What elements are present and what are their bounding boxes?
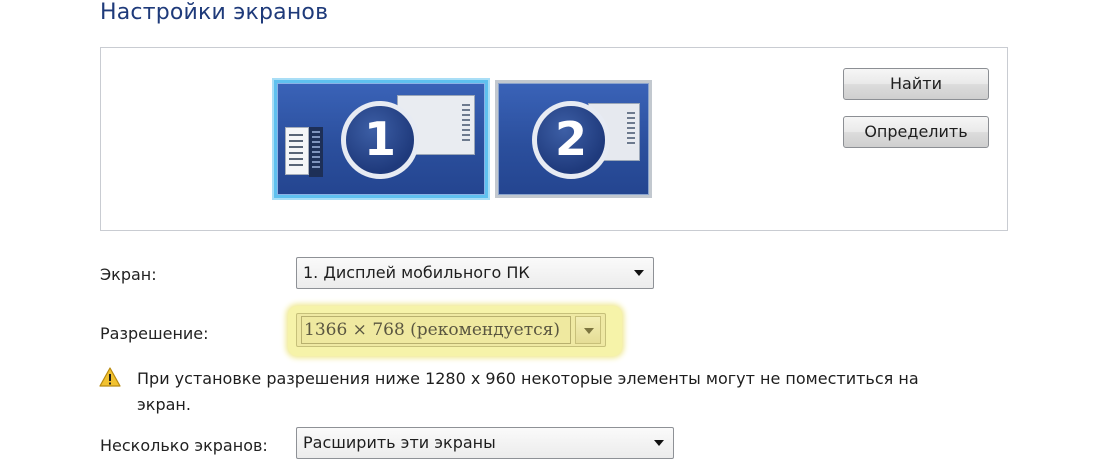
chevron-down-icon: [634, 270, 644, 276]
warning-icon: [99, 367, 121, 387]
window-content-lines: [627, 112, 635, 146]
display-label: Экран:: [100, 265, 157, 284]
side-panel-lines: [289, 134, 303, 168]
monitor-2[interactable]: 2: [495, 80, 652, 198]
chevron-down-icon: [584, 328, 594, 334]
resolution-label: Разрешение:: [100, 324, 209, 343]
identify-button[interactable]: Определить: [843, 116, 989, 148]
side-panel-thumbnail: [285, 127, 309, 175]
monitor-1[interactable]: 1: [274, 80, 488, 198]
chevron-down-icon: [654, 440, 664, 446]
resolution-dropdown-button[interactable]: [575, 316, 601, 344]
resolution-warning-text: При установке разрешения ниже 1280 x 960…: [137, 369, 919, 414]
resolution-select[interactable]: 1366 × 768 (рекомендуется): [296, 313, 606, 347]
multiple-displays-select-value: Расширить эти экраны: [303, 433, 496, 452]
display-select[interactable]: 1. Дисплей мобильного ПК: [296, 257, 654, 289]
find-button[interactable]: Найти: [843, 68, 989, 100]
gadget-strip-lines: [312, 131, 320, 171]
monitor-preview-area: 1 2 Найти Определить: [100, 47, 1008, 231]
multiple-displays-label: Несколько экранов:: [100, 436, 268, 455]
gadget-strip-thumbnail: [309, 127, 323, 177]
display-select-value: 1. Дисплей мобильного ПК: [303, 263, 530, 282]
window-content-lines: [462, 104, 470, 144]
monitor-2-number-badge: 2: [532, 101, 610, 179]
monitor-1-number-badge: 1: [341, 101, 419, 179]
resolution-select-value: 1366 × 768 (рекомендуется): [301, 316, 571, 344]
page-title: Настройки экранов: [100, 0, 329, 25]
multiple-displays-select[interactable]: Расширить эти экраны: [296, 427, 674, 459]
